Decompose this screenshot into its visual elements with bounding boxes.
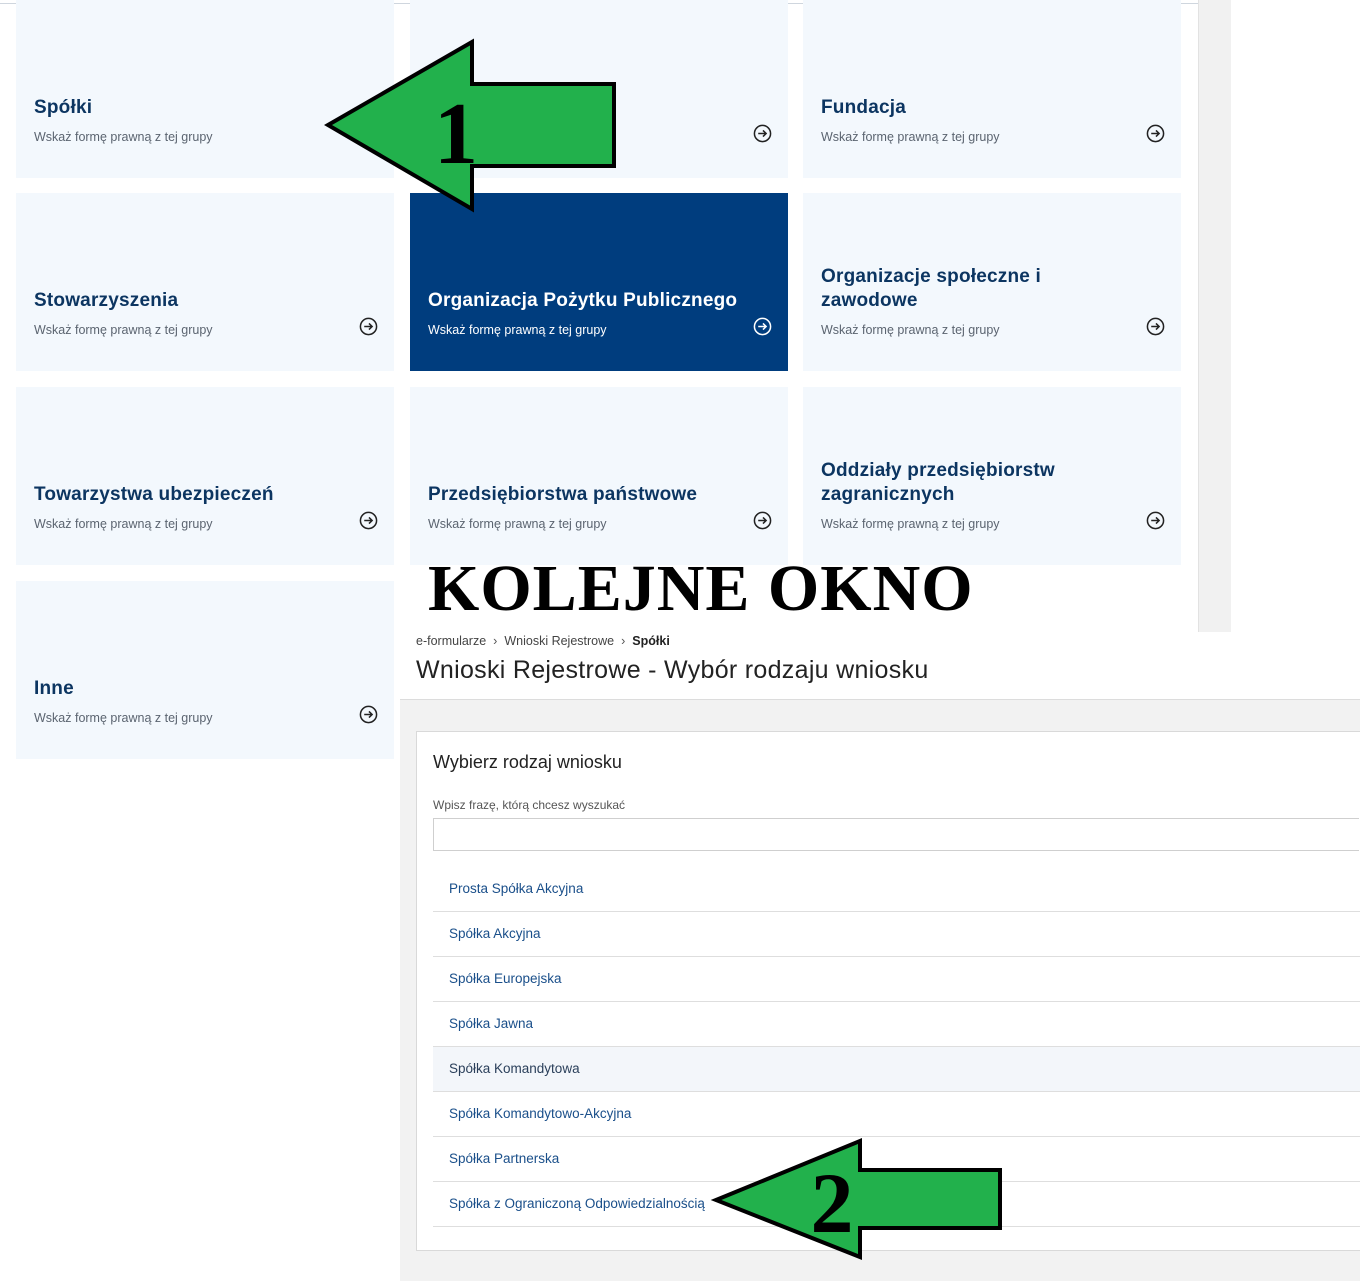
tile-title: Fundacja	[821, 97, 907, 118]
search-label: Wpisz frazę, którą chcesz wyszukać	[433, 798, 626, 812]
tile-subtitle: Wskaż formę prawną z tej grupy	[428, 323, 607, 337]
tile-title: Towarzystwa ubezpieczeń	[34, 484, 274, 505]
tile-przedsiebiorstwa[interactable]: Przedsiębiorstwa państwowe Wskaż formę p…	[410, 387, 788, 565]
annotation-arrow-2: 2	[710, 1138, 1002, 1260]
tile-towarzystwa[interactable]: Towarzystwa ubezpieczeń Wskaż formę praw…	[16, 387, 394, 565]
breadcrumb-link-eformularze[interactable]: e-formularze	[416, 634, 486, 648]
tile-organizacje-spoleczne[interactable]: Organizacje społeczne i zawodowe Wskaż f…	[803, 193, 1181, 371]
list-item-spolka-akcyjna[interactable]: Spółka Akcyjna	[433, 912, 1360, 957]
arrow-right-circle-icon	[753, 124, 772, 143]
arrow-right-circle-icon	[359, 511, 378, 530]
tile-title: Inne	[34, 678, 74, 699]
tile-subtitle: Wskaż formę prawną z tej grupy	[428, 517, 607, 531]
tile-stowarzyszenia[interactable]: Stowarzyszenia Wskaż formę prawną z tej …	[16, 193, 394, 371]
tile-subtitle: Wskaż formę prawną z tej grupy	[34, 711, 213, 725]
chevron-right-icon: ›	[493, 634, 498, 648]
arrow-right-circle-icon	[1146, 317, 1165, 336]
tile-subtitle: Wskaż formę prawną z tej grupy	[34, 130, 213, 144]
scrollbar[interactable]	[1198, 0, 1231, 632]
annotation-headline: KOLEJNE OKNO	[428, 552, 974, 625]
arrow-1-number: 1	[434, 86, 478, 183]
tile-inne[interactable]: Inne Wskaż formę prawną z tej grupy	[16, 581, 394, 759]
list-item-spolka-jawna[interactable]: Spółka Jawna	[433, 1002, 1360, 1047]
annotation-arrow-1: 1	[324, 38, 616, 213]
list-item-spolka-komandytowa[interactable]: Spółka Komandytowa	[433, 1047, 1360, 1092]
tile-title: Przedsiębiorstwa państwowe	[428, 484, 698, 505]
breadcrumb-current: Spółki	[632, 634, 670, 648]
list-item-prosta-spolka-akcyjna[interactable]: Prosta Spółka Akcyjna	[433, 867, 1360, 912]
tile-subtitle: Wskaż formę prawną z tej grupy	[34, 517, 213, 531]
tile-subtitle: Wskaż formę prawną z tej grupy	[821, 130, 1000, 144]
list-item-spolka-europejska[interactable]: Spółka Europejska	[433, 957, 1360, 1002]
arrow-right-circle-icon	[1146, 511, 1165, 530]
tile-subtitle: Wskaż formę prawną z tej grupy	[821, 517, 1000, 531]
list-item-spolka-komandytowo-akcyjna[interactable]: Spółka Komandytowo-Akcyjna	[433, 1092, 1360, 1137]
arrow-right-circle-icon	[753, 511, 772, 530]
tile-title: Stowarzyszenia	[34, 290, 179, 311]
arrow-right-circle-icon	[1146, 124, 1165, 143]
arrow-right-circle-icon	[359, 705, 378, 724]
tile-title: Organizacja Pożytku Publicznego	[428, 290, 738, 311]
tile-title: Oddziały przedsiębiorstw zagranicznych	[821, 460, 1055, 505]
arrow-2-number: 2	[811, 1155, 854, 1251]
tile-oddzialy[interactable]: Oddziały przedsiębiorstw zagranicznych W…	[803, 387, 1181, 565]
tile-opp[interactable]: Organizacja Pożytku Publicznego Wskaż fo…	[410, 193, 788, 371]
breadcrumb: e-formularze › Wnioski Rejestrowe › Spółki	[416, 634, 670, 648]
chevron-right-icon: ›	[621, 634, 626, 648]
arrow-right-circle-icon	[753, 317, 772, 336]
tile-fundacja[interactable]: Fundacja Wskaż formę prawną z tej grupy	[803, 0, 1181, 178]
arrow-right-circle-icon	[359, 317, 378, 336]
tile-subtitle: Wskaż formę prawną z tej grupy	[821, 323, 1000, 337]
page-title: Wnioski Rejestrowe - Wybór rodzaju wnios…	[416, 656, 929, 684]
tile-title: Spółki	[34, 97, 93, 118]
breadcrumb-link-wnioski[interactable]: Wnioski Rejestrowe	[504, 634, 614, 648]
panel-title: Wybierz rodzaj wniosku	[433, 752, 622, 772]
tile-title: Organizacje społeczne i zawodowe	[821, 266, 1042, 311]
tile-subtitle: Wskaż formę prawną z tej grupy	[34, 323, 213, 337]
search-input[interactable]	[433, 818, 1359, 851]
